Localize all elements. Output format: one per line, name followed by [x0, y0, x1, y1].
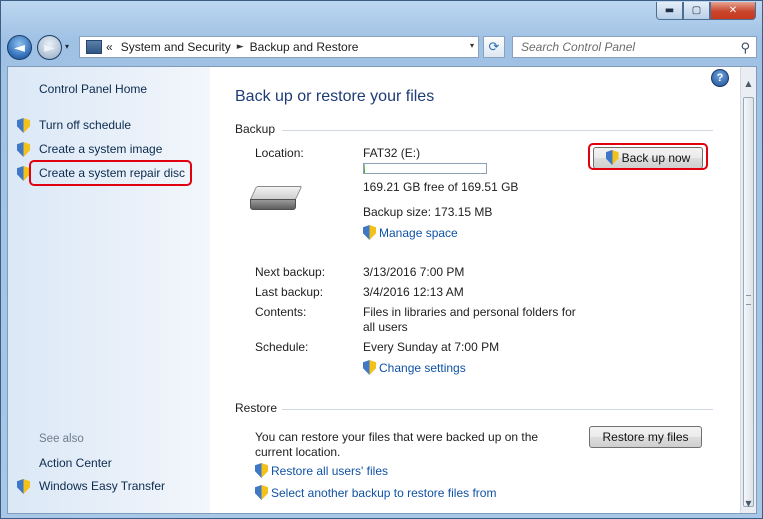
restore-my-files-button[interactable]: Restore my files: [589, 426, 702, 448]
scroll-thumb[interactable]: [743, 97, 754, 507]
address-prefix[interactable]: «: [106, 40, 113, 54]
shield-icon: [363, 360, 376, 375]
shield-icon: [17, 118, 30, 133]
scroll-down-arrow-icon[interactable]: ▼: [743, 499, 754, 513]
refresh-button[interactable]: ⟳: [483, 36, 505, 58]
back-button[interactable]: ◄: [7, 35, 32, 60]
breadcrumb-system-security[interactable]: System and Security: [121, 40, 231, 54]
vertical-scrollbar[interactable]: ? ▲ ▼: [711, 67, 756, 513]
scroll-up-arrow-icon[interactable]: ▲: [743, 79, 754, 93]
address-dropdown-icon[interactable]: ▾: [470, 41, 474, 50]
grip-icon: [746, 295, 751, 305]
main-panel: Back up or restore your files Backup Loc…: [210, 67, 742, 513]
hard-drive-icon: [249, 186, 303, 210]
action-center-link[interactable]: Action Center: [39, 456, 112, 470]
highlight-box: [29, 160, 192, 186]
shield-icon: [17, 142, 30, 157]
restore-description-line2: current location.: [255, 445, 341, 459]
search-placeholder: Search Control Panel: [521, 40, 636, 54]
change-settings-link[interactable]: Change settings: [363, 360, 466, 375]
see-also-label: See also: [39, 433, 84, 445]
schedule-value: Every Sunday at 7:00 PM: [363, 340, 500, 354]
shield-icon: [17, 479, 30, 494]
shield-icon: [255, 463, 268, 478]
restore-description-line1: You can restore your files that were bac…: [255, 430, 539, 444]
contents-value-line1: Files in libraries and personal folders …: [363, 305, 576, 319]
search-input[interactable]: Search Control Panel ⚲: [512, 36, 757, 58]
manage-space-link[interactable]: Manage space: [363, 225, 458, 240]
contents-label: Contents:: [255, 305, 307, 319]
navigation-bar: ◄ ► ▾ « System and Security ► Backup and…: [7, 34, 757, 62]
divider: [282, 409, 713, 410]
location-label: Location:: [255, 146, 304, 160]
minimize-button[interactable]: ▬: [656, 2, 683, 20]
control-panel-icon: [86, 40, 102, 54]
space-usage-fill: [364, 164, 366, 173]
search-icon[interactable]: ⚲: [740, 39, 750, 59]
select-another-backup-link[interactable]: Select another backup to restore files f…: [255, 485, 496, 500]
space-usage-bar: [363, 163, 487, 174]
divider: [282, 130, 713, 131]
next-backup-value: 3/13/2016 7:00 PM: [363, 265, 465, 279]
turn-off-schedule-link[interactable]: Turn off schedule: [39, 118, 131, 132]
last-backup-value: 3/4/2016 12:13 AM: [363, 285, 464, 299]
schedule-label: Schedule:: [255, 340, 309, 354]
contents-value-line2: all users: [363, 320, 408, 334]
recent-pages-dropdown[interactable]: ▾: [65, 42, 69, 51]
shield-icon: [255, 485, 268, 500]
address-bar[interactable]: « System and Security ► Backup and Resto…: [79, 36, 479, 58]
shield-icon: [363, 225, 376, 240]
backup-size-text: Backup size: 173.15 MB: [363, 205, 493, 219]
restore-all-users-link[interactable]: Restore all users' files: [255, 463, 388, 478]
create-system-image-link[interactable]: Create a system image: [39, 142, 162, 156]
help-icon[interactable]: ?: [711, 69, 729, 87]
backup-section-label: Backup: [235, 122, 276, 136]
backup-restore-window: ▬ ▢ ✕ ◄ ► ▾ « System and Security ► Back…: [0, 0, 763, 519]
last-backup-label: Last backup:: [255, 285, 324, 299]
maximize-button[interactable]: ▢: [683, 2, 710, 20]
next-backup-label: Next backup:: [255, 265, 326, 279]
free-space-text: 169.21 GB free of 169.51 GB: [363, 180, 519, 194]
breadcrumb-backup-restore[interactable]: Backup and Restore: [250, 40, 359, 54]
sidebar: Control Panel Home Turn off schedule Cre…: [8, 67, 210, 513]
location-value: FAT32 (E:): [363, 146, 421, 160]
forward-button[interactable]: ►: [37, 35, 62, 60]
control-panel-home-link[interactable]: Control Panel Home: [39, 82, 147, 96]
caption-buttons: ▬ ▢ ✕: [656, 2, 756, 20]
restore-section-label: Restore: [235, 401, 278, 415]
close-button[interactable]: ✕: [710, 2, 756, 20]
page-title: Back up or restore your files: [235, 88, 435, 105]
content-frame: Control Panel Home Turn off schedule Cre…: [7, 66, 757, 514]
highlight-box: [588, 143, 708, 170]
breadcrumb-chevron-icon[interactable]: ►: [237, 42, 244, 52]
windows-easy-transfer-link[interactable]: Windows Easy Transfer: [39, 479, 165, 493]
